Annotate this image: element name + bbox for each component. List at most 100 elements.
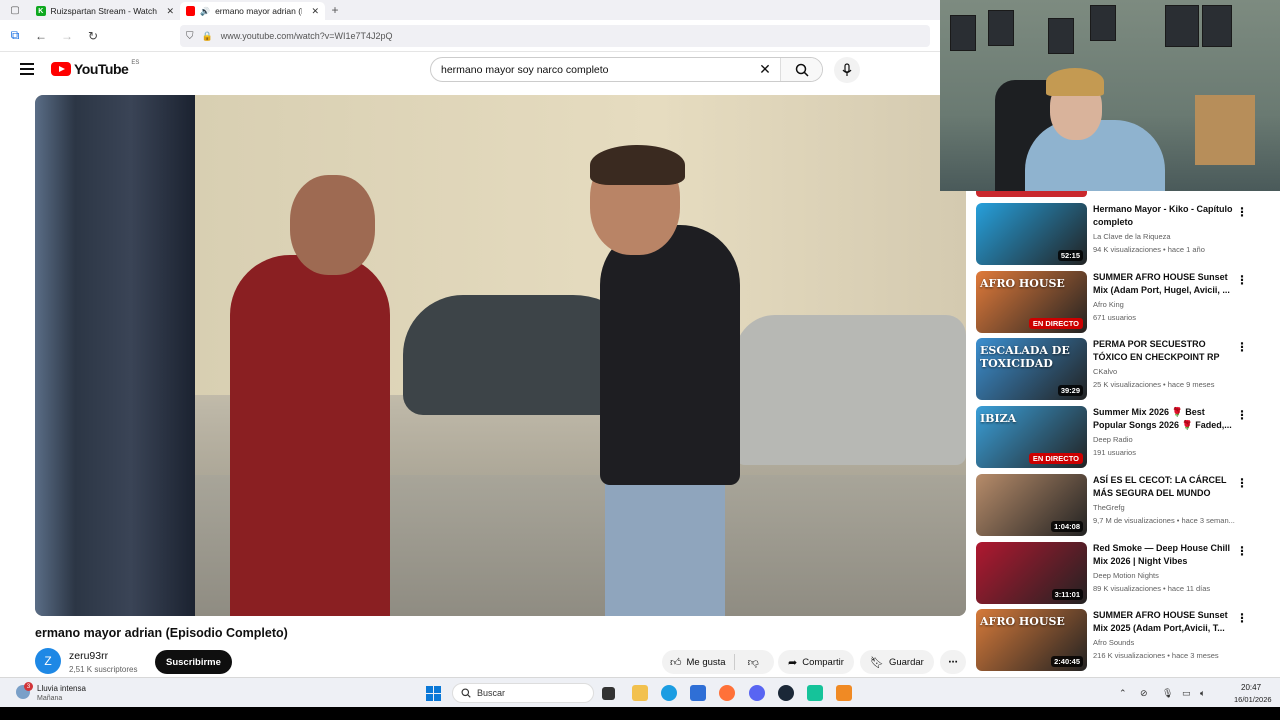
file-explorer-icon[interactable] (632, 685, 648, 701)
recommendation-item[interactable]: AFRO HOUSE EN DIRECTO SUMMER AFRO HOUSE Su… (976, 270, 1276, 333)
network-off-icon[interactable]: ⊘ (1140, 688, 1148, 699)
address-bar[interactable]: ⛉ 🔒 www.youtube.com/watch?v=WI1e7T4J2pQ (180, 25, 930, 47)
recommendation-title[interactable]: Red Smoke — Deep House Chill Mix 2026 | … (1093, 542, 1233, 568)
recommendation-meta: 191 usuarios (1093, 448, 1136, 458)
recommendation-item[interactable]: AFRO HOUSE 2:40:45 SUMMER AFRO HOUSE Sunse… (976, 609, 1276, 672)
channel-name[interactable]: zeru93rr (69, 650, 108, 662)
video-thumbnail[interactable]: AFRO HOUSE EN DIRECTO (976, 270, 1087, 333)
close-icon[interactable]: ✕ (166, 6, 174, 17)
recommendation-item[interactable]: 1:04:08 ASÍ ES EL CECOT: LA CÁRCEL MÁS SE… (976, 473, 1276, 536)
previous-thumbnail-edge[interactable] (976, 191, 1087, 197)
chat-app-icon[interactable] (807, 685, 823, 701)
chevron-up-icon[interactable]: ⌃ (1119, 688, 1127, 699)
recommendation-title[interactable]: Summer Mix 2026 🌹 Best Popular Songs 202… (1093, 406, 1233, 432)
windows-start-icon[interactable] (426, 686, 441, 701)
audio-icon[interactable]: 🔊 (200, 7, 210, 16)
recommendation-title[interactable]: ASÍ ES EL CECOT: LA CÁRCEL MÁS SEGURA DE… (1093, 474, 1233, 500)
video-frame-silver-car (735, 315, 966, 465)
more-vertical-icon[interactable]: ⋮ (1236, 476, 1248, 490)
recommendation-channel[interactable]: Afro Sounds (1093, 638, 1134, 647)
recommendation-channel[interactable]: La Clave de la Riqueza (1093, 232, 1171, 241)
video-thumbnail[interactable]: IBIZA EN DIRECTO (976, 406, 1087, 469)
close-icon[interactable]: ✕ (311, 6, 319, 17)
recommendation-item[interactable]: ESCALADA DE TOXICIDAD 39:29 PERMA POR SECU… (976, 338, 1276, 401)
duration-badge: 39:29 (1057, 385, 1083, 397)
tab-overview-icon[interactable]: ▢ (0, 5, 30, 16)
country-code: ES (131, 60, 140, 66)
more-vertical-icon[interactable]: ⋮ (1236, 340, 1248, 354)
recommendation-item[interactable]: 52:15 Hermano Mayor - Kiko - Capítulo com… (976, 203, 1276, 265)
youtube-logo[interactable]: YouTube ES (51, 60, 140, 77)
more-actions-button[interactable]: ⋯ (940, 650, 966, 674)
taskbar-search[interactable]: Buscar (452, 683, 594, 703)
share-button[interactable]: ➦ Compartir (778, 650, 854, 674)
dislike-button[interactable]: 👎︎ (740, 656, 767, 669)
video-thumbnail[interactable]: AFRO HOUSE 2:40:45 (976, 609, 1087, 672)
recommendation-item[interactable]: 3:11:01 Red Smoke — Deep House Chill Mix … (976, 541, 1276, 604)
tab-ruizspartan[interactable]: K Ruizspartan Stream - Watch Liv ✕ (30, 2, 180, 20)
back-icon[interactable]: ← (30, 29, 52, 43)
firefox-icon[interactable] (719, 685, 735, 701)
search-input[interactable]: hermano mayor soy narco completo (431, 64, 750, 76)
recommendation-channel[interactable]: Afro King (1093, 300, 1124, 309)
steam-icon[interactable] (778, 685, 794, 701)
recommendation-title[interactable]: PERMA POR SECUESTRO TÓXICO EN CHECKPOINT… (1093, 338, 1233, 364)
display-icon[interactable]: ▭ (1182, 688, 1191, 699)
recommendations-sidebar: 52:15 Hermano Mayor - Kiko - Capítulo com… (966, 191, 1280, 677)
orange-app-icon[interactable] (836, 685, 852, 701)
save-button[interactable]: 🔖︎ Guardar (860, 650, 934, 674)
clock-date[interactable]: 16/01/2026 (1234, 695, 1272, 704)
more-vertical-icon[interactable]: ⋮ (1236, 544, 1248, 558)
store-icon[interactable] (690, 685, 706, 701)
wall-poster (950, 15, 976, 51)
recommendation-channel[interactable]: TheGrefg (1093, 503, 1125, 512)
streamer-cap (1046, 68, 1104, 96)
like-button[interactable]: 👍︎ Me gusta (662, 654, 735, 670)
channel-avatar[interactable]: Z (35, 648, 61, 674)
menu-icon[interactable] (20, 63, 34, 75)
more-vertical-icon[interactable]: ⋮ (1236, 611, 1248, 625)
recommendation-title[interactable]: Hermano Mayor - Kiko - Capítulo completo (1093, 203, 1233, 229)
recommendation-channel[interactable]: Deep Motion Nights (1093, 571, 1159, 580)
microphone-icon[interactable]: 🎙︎ (1162, 688, 1173, 699)
recommendation-title[interactable]: SUMMER AFRO HOUSE Sunset Mix (Adam Port,… (1093, 271, 1233, 297)
forward-icon[interactable]: → (56, 29, 78, 43)
recommendation-channel[interactable]: Deep Radio (1093, 435, 1133, 444)
more-vertical-icon[interactable]: ⋮ (1236, 408, 1248, 422)
volume-icon[interactable]: 🔈︎ (1200, 688, 1205, 699)
clear-search-icon[interactable]: ✕ (750, 61, 780, 78)
weather-condition[interactable]: Lluvia intensa (37, 684, 86, 693)
recommendation-title[interactable]: SUMMER AFRO HOUSE Sunset Mix 2025 (Adam … (1093, 609, 1233, 635)
recommendation-channel[interactable]: CKalvo (1093, 367, 1117, 376)
youtube-header: YouTube ES hermano mayor soy narco compl… (0, 52, 940, 92)
video-thumbnail[interactable]: 52:15 (976, 203, 1087, 265)
video-thumbnail[interactable]: ESCALADA DE TOXICIDAD 39:29 (976, 338, 1087, 401)
voice-search-button[interactable] (834, 57, 860, 83)
sidebar-toggle-icon[interactable]: ⧉ (4, 28, 26, 43)
taskbar-search-placeholder: Buscar (477, 688, 506, 698)
recommendation-item[interactable]: IBIZA EN DIRECTO Summer Mix 2026 🌹 Best Po… (976, 406, 1276, 469)
video-thumbnail[interactable]: 1:04:08 (976, 473, 1087, 536)
video-title: ermano mayor adrian (Episodio Completo) (35, 626, 288, 640)
subscribe-button[interactable]: Suscribirme (155, 650, 232, 674)
bookmark-icon: 🔖︎ (870, 656, 884, 669)
more-vertical-icon[interactable]: ⋮ (1236, 205, 1248, 219)
tab-youtube[interactable]: 🔊 ermano mayor adrian (Epis ✕ (180, 2, 325, 20)
wall-poster (1165, 5, 1199, 47)
search-button[interactable] (780, 58, 822, 81)
share-label: Compartir (802, 656, 844, 668)
shield-icon[interactable]: ⛉ (186, 31, 194, 42)
thumbnail-text: AFRO HOUSE (980, 615, 1065, 629)
tab-title: Ruizspartan Stream - Watch Liv (50, 6, 158, 16)
discord-icon[interactable] (749, 685, 765, 701)
task-view-icon[interactable] (602, 687, 615, 700)
more-vertical-icon[interactable]: ⋮ (1236, 273, 1248, 287)
video-player[interactable] (35, 95, 966, 616)
lock-icon[interactable]: 🔒 (202, 31, 213, 42)
reload-icon[interactable]: ↻ (82, 29, 104, 43)
clock-time[interactable]: 20:47 (1241, 683, 1261, 692)
edge-icon[interactable] (661, 685, 677, 701)
like-dislike-group: 👍︎ Me gusta 👎︎ (662, 650, 774, 674)
video-thumbnail[interactable]: 3:11:01 (976, 541, 1087, 604)
new-tab-icon[interactable]: + (325, 3, 345, 17)
